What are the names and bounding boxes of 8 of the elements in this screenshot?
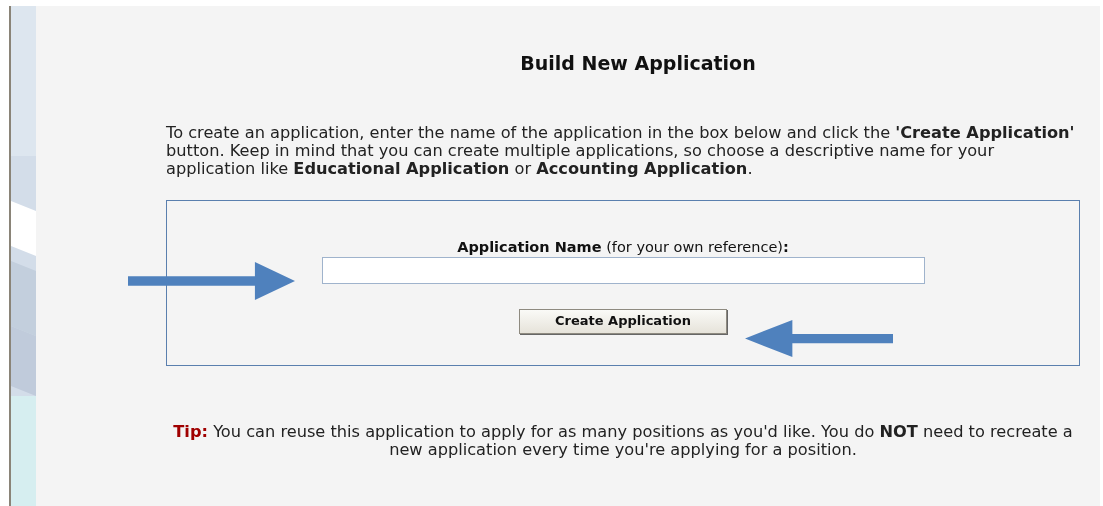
create-application-button[interactable]: Create Application xyxy=(519,308,727,334)
arrow-icon xyxy=(128,262,295,300)
tip-text: Tip: You can reuse this application to apply for as many positions as you'd like. You do NOT need to recreate a new application every time you're applying for a position. xyxy=(172,422,1074,459)
intro-text: To create an application, enter the name of the application in the box below and click the 'Create Application' button. Keep in mind that you can create multiple applications, so choose a descriptive name for your application like Educational Application or Accounting Application. xyxy=(166,123,1076,178)
page-title: Build New Application xyxy=(519,51,756,76)
application-name-field[interactable] xyxy=(321,256,925,284)
field-label: Application Name (for your own reference): xyxy=(457,238,789,255)
arrow-icon xyxy=(745,320,893,357)
